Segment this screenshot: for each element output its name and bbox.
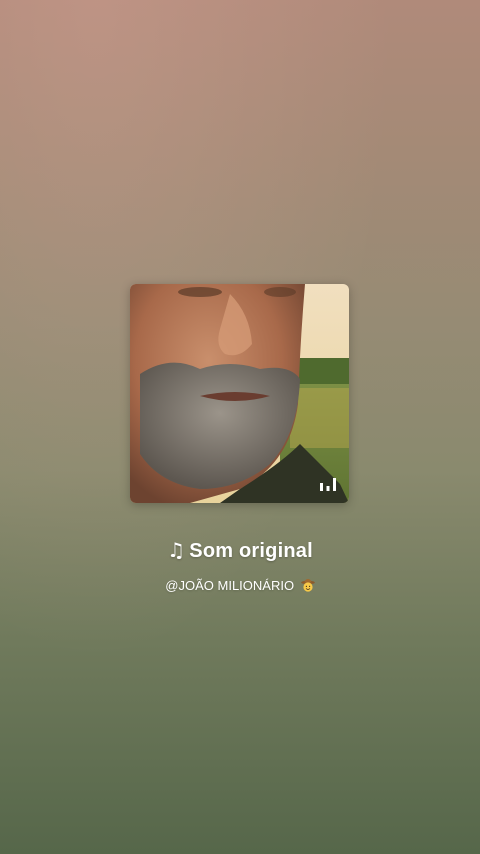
- music-note-icon: ♫: [167, 538, 186, 562]
- sound-title-text: Som original: [189, 540, 313, 562]
- cowboy-hat-face-emoji-icon: [300, 579, 315, 592]
- sound-wave-bars-icon: [320, 478, 336, 491]
- author-handle[interactable]: @JOÃO MILIONÁRIO: [165, 578, 294, 593]
- sound-author[interactable]: @JOÃO MILIONÁRIO: [0, 578, 480, 593]
- cover-artwork: [130, 284, 349, 503]
- sound-cover-image[interactable]: [130, 284, 349, 503]
- sound-title: ♫ Som original: [0, 538, 480, 563]
